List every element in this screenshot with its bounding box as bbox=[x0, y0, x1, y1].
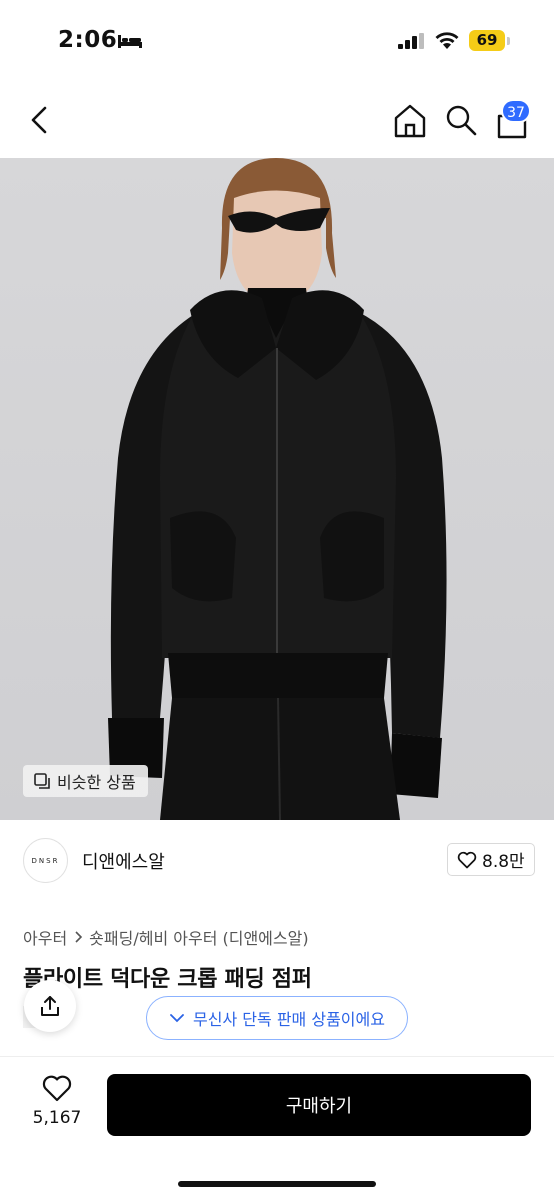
bottom-action-bar: 5,167 구매하기 bbox=[0, 1056, 554, 1200]
wishlist-count: 5,167 bbox=[32, 1108, 82, 1128]
category-breadcrumb: 아우터 숏패딩/헤비 아우터 (디앤에스알) bbox=[23, 925, 309, 949]
battery-indicator: 69 bbox=[469, 30, 505, 51]
home-indicator bbox=[178, 1181, 376, 1187]
back-arrow-icon[interactable] bbox=[22, 102, 58, 138]
similar-items-icon bbox=[34, 773, 50, 789]
share-icon bbox=[41, 996, 59, 1016]
breadcrumb-subcategory[interactable]: 숏패딩/헤비 아우터 (디앤에스알) bbox=[89, 925, 308, 949]
chevron-down-icon bbox=[170, 1014, 184, 1023]
top-nav-bar bbox=[0, 80, 554, 158]
wifi-icon bbox=[435, 32, 459, 49]
heart-outline-icon bbox=[457, 851, 477, 868]
model-in-black-puffer-jacket-illustration bbox=[108, 158, 447, 820]
brand-like-button[interactable]: 8.8만 bbox=[447, 843, 535, 876]
home-icon[interactable] bbox=[391, 102, 429, 140]
status-time: 2:06 bbox=[58, 27, 118, 53]
buy-button[interactable]: 구매하기 bbox=[107, 1074, 531, 1136]
product-image[interactable] bbox=[0, 158, 554, 820]
brand-logo-text: DNSR bbox=[31, 856, 60, 865]
breadcrumb-category[interactable]: 아우터 bbox=[23, 925, 67, 949]
wishlist-button[interactable]: 5,167 bbox=[22, 1075, 92, 1128]
search-icon[interactable] bbox=[443, 102, 479, 138]
exclusive-notice-pill[interactable]: 무신사 단독 판매 상품이에요 bbox=[146, 996, 408, 1040]
brand-like-count: 8.8만 bbox=[482, 852, 525, 872]
similar-products-label: 비슷한 상품 bbox=[57, 773, 136, 792]
status-bar: 2:06 69 bbox=[0, 0, 554, 80]
brand-name-link[interactable]: 디앤에스알 bbox=[82, 848, 165, 874]
battery-level: 69 bbox=[476, 31, 498, 49]
battery-tip bbox=[507, 37, 510, 45]
chevron-right-icon bbox=[75, 931, 83, 943]
exclusive-notice-text: 무신사 단독 판매 상품이에요 bbox=[193, 1010, 385, 1029]
cellular-signal-icon bbox=[398, 33, 424, 49]
heart-outline-icon bbox=[42, 1075, 72, 1102]
share-button[interactable] bbox=[24, 980, 76, 1032]
brand-row: DNSR 디앤에스알 8.8만 bbox=[0, 836, 554, 886]
similar-products-button[interactable]: 비슷한 상품 bbox=[23, 765, 148, 797]
brand-logo[interactable]: DNSR bbox=[23, 838, 68, 883]
cart-count-badge: 37 bbox=[501, 99, 531, 123]
sleep-bed-icon bbox=[118, 35, 142, 48]
